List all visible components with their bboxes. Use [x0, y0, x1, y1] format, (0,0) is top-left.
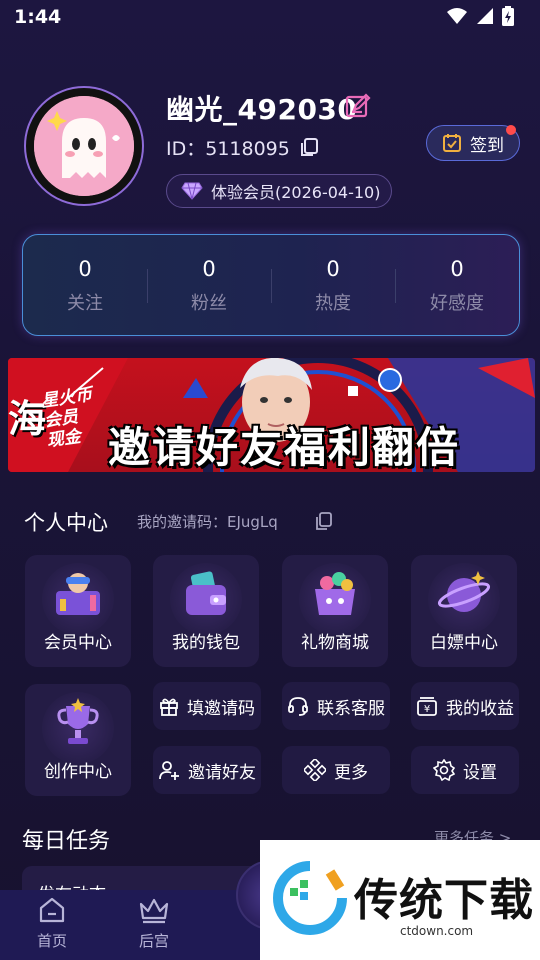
tile-label: 创作中心: [44, 762, 112, 782]
signal-icon: [477, 8, 493, 24]
trophy-icon: [57, 698, 99, 744]
invite-banner[interactable]: 海 星火币 会员 现金 邀请好友福利翻倍: [8, 358, 535, 472]
banner-title: 邀请好友福利翻倍: [108, 423, 461, 472]
watermark-brand: 传统下载: [354, 875, 534, 926]
notification-dot: [506, 125, 516, 135]
fill-invite-code-button[interactable]: 填邀请码: [153, 682, 261, 730]
tile-freebie-center[interactable]: 白嫖中心: [411, 555, 517, 667]
contact-support-button[interactable]: 联系客服: [282, 682, 390, 730]
banner-side-text: 星火币 会员 现金: [40, 385, 99, 452]
stat-affinity[interactable]: 0 好感度: [395, 257, 519, 315]
copy-invite-icon[interactable]: [314, 511, 334, 531]
section-title-personal: 个人中心: [24, 511, 108, 535]
status-time: 1:44: [14, 6, 62, 28]
watermark-url: ctdown.com: [400, 924, 474, 938]
stat-label: 粉丝: [191, 293, 227, 314]
button-label: 设置: [463, 762, 497, 783]
stat-label: 好感度: [430, 293, 484, 314]
stat-heat[interactable]: 0 热度: [271, 257, 395, 315]
tile-label: 礼物商城: [301, 633, 369, 653]
income-icon: ¥: [417, 697, 437, 716]
tile-label: 会员中心: [44, 633, 112, 653]
gear-icon: [433, 759, 455, 781]
tile-gift-shop[interactable]: 礼物商城: [282, 555, 388, 667]
battery-icon: [502, 6, 514, 26]
invite-code-label: 我的邀请码：EJugLq: [137, 513, 278, 531]
tile-vip-center[interactable]: 会员中心: [25, 555, 131, 667]
stat-value: 0: [78, 257, 92, 281]
tile-label: 白嫖中心: [430, 633, 498, 653]
headset-icon: [288, 697, 308, 716]
vip-center-icon: [56, 573, 100, 615]
add-user-icon: [159, 761, 179, 780]
home-icon: [39, 897, 65, 923]
planet-icon: [437, 571, 491, 612]
more-button[interactable]: 更多: [282, 746, 390, 794]
edit-icon[interactable]: [344, 92, 372, 120]
wifi-icon: [447, 8, 467, 24]
diamond-icon: [181, 182, 203, 200]
gift-box-icon: [160, 698, 178, 716]
tab-harem[interactable]: 后宫: [114, 896, 194, 951]
tile-label: 我的钱包: [172, 633, 240, 653]
system-icons: [446, 6, 514, 26]
stat-label: 热度: [315, 293, 351, 314]
avatar[interactable]: [24, 86, 144, 206]
invite-friends-button[interactable]: 邀请好友: [153, 746, 261, 794]
calendar-icon: [443, 134, 461, 152]
grid-diamond-icon: [304, 759, 326, 781]
stats-panel: 0 关注 0 粉丝 0 热度 0 好感度: [22, 234, 520, 336]
wallet-icon: [186, 571, 226, 615]
my-income-button[interactable]: ¥ 我的收益: [411, 682, 519, 730]
stat-value: 0: [450, 257, 464, 281]
tab-label: 首页: [36, 932, 67, 950]
watermark-overlay: 传统下载 ctdown.com: [260, 840, 540, 960]
stat-value: 0: [326, 257, 340, 281]
svg-text:¥: ¥: [424, 704, 430, 715]
button-label: 联系客服: [317, 698, 385, 719]
button-label: 更多: [334, 762, 368, 783]
button-label: 邀请好友: [188, 762, 256, 783]
membership-text: 体验会员(2026-04-10): [211, 183, 381, 202]
tile-wallet[interactable]: 我的钱包: [153, 555, 259, 667]
checkin-label: 签到: [470, 135, 504, 156]
username: 幽光_492030: [166, 93, 358, 126]
stat-fans[interactable]: 0 粉丝: [147, 257, 271, 315]
stat-label: 关注: [67, 293, 103, 314]
stat-follow[interactable]: 0 关注: [23, 257, 147, 315]
button-label: 我的收益: [446, 698, 514, 719]
tile-creator-center[interactable]: 创作中心: [25, 684, 131, 796]
copy-icon[interactable]: [298, 136, 320, 158]
settings-button[interactable]: 设置: [411, 746, 519, 794]
gift-shop-icon: [315, 572, 355, 615]
membership-badge[interactable]: 体验会员(2026-04-10): [166, 174, 392, 208]
ghost-avatar-icon: [34, 96, 134, 196]
stat-value: 0: [202, 257, 216, 281]
tab-home[interactable]: 首页: [12, 896, 92, 951]
watermark-logo-icon: [273, 861, 347, 935]
button-label: 填邀请码: [187, 698, 255, 719]
section-title-daily: 每日任务: [22, 829, 111, 854]
user-id: ID：5118095: [166, 138, 290, 160]
crown-icon: [139, 898, 169, 924]
status-bar: 1:44: [0, 0, 540, 36]
tab-label: 后宫: [138, 932, 169, 950]
